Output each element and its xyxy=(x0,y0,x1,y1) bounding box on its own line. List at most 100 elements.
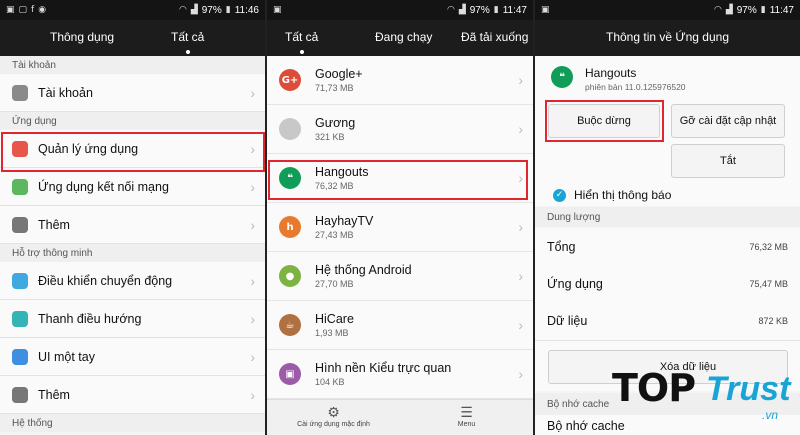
tab-common[interactable]: Thông dụng xyxy=(50,30,114,44)
battery-percent: 97% xyxy=(469,4,490,16)
image-notification-icon: ▣ xyxy=(541,5,550,15)
settings-row[interactable]: Điều khiển chuyển động › xyxy=(0,262,265,300)
storage-value: 76,32 MB xyxy=(749,242,788,252)
notification-row[interactable]: ✓ Hiển thị thông báo xyxy=(535,184,800,206)
app-name: Hangouts xyxy=(585,66,637,80)
storage-label: Ứng dụng xyxy=(547,277,603,291)
default-apps-button[interactable]: ⚙ Cài ứng dụng mặc định xyxy=(267,400,400,435)
battery-icon: ▮ xyxy=(225,5,231,15)
bottom-action-bar: ⚙ Cài ứng dụng mặc định ☰ Menu xyxy=(267,399,533,435)
settings-row-label: Thêm xyxy=(38,217,70,232)
chevron-right-icon: › xyxy=(518,170,523,186)
hangouts-icon: ❝ xyxy=(279,167,301,189)
app-list-item[interactable]: ● Hệ thống Android 27,70 MB › xyxy=(267,252,533,301)
settings-row[interactable]: Thanh điều hướng › xyxy=(0,300,265,338)
tab-all[interactable]: Tất cả xyxy=(171,30,204,54)
storage-value: 75,47 MB xyxy=(749,279,788,289)
clock: 11:47 xyxy=(502,4,527,16)
app-list-item[interactable]: ☕ HiCare 1,93 MB › xyxy=(267,301,533,350)
cell-notification-icon: ▢ xyxy=(18,5,28,15)
chevron-right-icon: › xyxy=(250,140,255,157)
watermark-domain-text: .vn xyxy=(762,408,779,422)
app-list: G+ Google+ 71,73 MB › Gương 321 KB › ❝ H… xyxy=(267,56,533,399)
tab-running[interactable]: Đang chạy xyxy=(375,30,432,44)
storage-section-header: Dung lượng xyxy=(535,207,800,227)
battery-icon: ▮ xyxy=(493,5,499,15)
settings-row-label: Quản lý ứng dụng xyxy=(38,141,139,156)
signal-icon: ▟ xyxy=(458,5,466,15)
settings-row[interactable]: Thêm › xyxy=(0,206,265,244)
image-notification-icon: ▣ xyxy=(6,5,15,15)
app-list-item[interactable]: ❝ Hangouts 76,32 MB › xyxy=(267,154,533,203)
status-bar: ▣ ◠ ▟ 97% ▮ 11:47 xyxy=(267,0,533,20)
tab-all-apps[interactable]: Tất cả xyxy=(285,30,318,54)
title-bar: Thông tin về Ứng dụng xyxy=(535,20,800,56)
tab-downloaded[interactable]: Đã tải xuống xyxy=(461,30,528,44)
apps-grid-icon xyxy=(12,140,28,157)
settings-row[interactable]: Quản lý ứng dụng › xyxy=(0,130,265,168)
mirror-icon xyxy=(279,118,301,140)
uninstall-updates-button[interactable]: Gỡ cài đặt cập nhật xyxy=(671,104,785,138)
settings-row[interactable]: Thêm › xyxy=(0,376,265,414)
settings-row[interactable]: UI một tay › xyxy=(0,338,265,376)
settings-row[interactable]: Ứng dụng kết nối mạng › xyxy=(0,168,265,206)
storage-app-row: Ứng dụng 75,47 MB xyxy=(535,265,800,304)
app-name: Hệ thống Android xyxy=(315,263,412,277)
signal-icon: ▟ xyxy=(725,5,733,15)
storage-data-row: Dữ liệu 872 KB xyxy=(535,302,800,341)
facebook-icon: f xyxy=(31,5,35,15)
storage-label: Tổng xyxy=(547,240,576,254)
show-notifications-label: Hiển thị thông báo xyxy=(574,188,672,202)
app-name: Gương xyxy=(315,116,356,130)
app-size: 1,93 MB xyxy=(315,328,349,338)
app-name: Google+ xyxy=(315,67,363,81)
hayhaytv-icon: h xyxy=(279,216,301,238)
clock: 11:46 xyxy=(234,4,259,16)
menu-icon: ☰ xyxy=(460,405,473,421)
toptrust-watermark: TOP Trust .vn xyxy=(612,358,800,430)
app-list-panel: ▣ ◠ ▟ 97% ▮ 11:47 Tất cả Đang chạy Đã tả… xyxy=(267,0,533,435)
app-name: Hangouts xyxy=(315,165,369,179)
watermark-trust-text: Trust xyxy=(706,370,791,408)
app-list-item[interactable]: Gương 321 KB › xyxy=(267,105,533,154)
hangouts-icon: ❝ xyxy=(551,66,573,88)
more-icon xyxy=(12,386,28,403)
chevron-right-icon: › xyxy=(250,310,255,327)
section-header: Hỗ trợ thông minh xyxy=(0,244,265,262)
settings-list: Tài khoản Tài khoản › Ứng dụng Quản lý ứ… xyxy=(0,56,265,432)
app-size: 27,43 MB xyxy=(315,230,354,240)
chevron-right-icon: › xyxy=(518,366,523,382)
wallpaper-icon: ▣ xyxy=(279,363,301,385)
menu-button[interactable]: ☰ Menu xyxy=(400,400,533,435)
force-stop-button[interactable]: Buộc dừng xyxy=(548,104,660,138)
app-name: Hình nền Kiểu trực quan xyxy=(315,361,452,375)
section-header: Ứng dụng xyxy=(0,112,265,130)
settings-panel: ▣ ▢ f ◉ ◠ ▟ 97% ▮ 11:46 Thông dụng Tất c… xyxy=(0,0,265,435)
app-size: 76,32 MB xyxy=(315,181,354,191)
battery-percent: 97% xyxy=(201,4,222,16)
account-icon xyxy=(12,84,28,101)
checkbox-checked-icon[interactable]: ✓ xyxy=(553,188,566,202)
settings-row[interactable]: Tài khoản › xyxy=(0,74,265,112)
app-list-item[interactable]: h HayhayTV 27,43 MB › xyxy=(267,203,533,252)
clock: 11:47 xyxy=(769,4,794,16)
motion-icon xyxy=(12,272,28,289)
app-name: HayhayTV xyxy=(315,214,374,228)
disable-button[interactable]: Tắt xyxy=(671,144,785,178)
wifi-icon: ◠ xyxy=(713,5,722,15)
menu-label: Menu xyxy=(457,421,476,428)
tab-bar: Tất cả Đang chạy Đã tải xuống xyxy=(267,20,533,56)
wifi-icon: ◠ xyxy=(446,5,455,15)
chevron-right-icon: › xyxy=(250,386,255,403)
app-size: 321 KB xyxy=(315,132,345,142)
chevron-right-icon: › xyxy=(250,84,255,101)
settings-row-label: Ứng dụng kết nối mạng xyxy=(38,179,169,194)
settings-row-label: Thanh điều hướng xyxy=(38,311,142,326)
app-list-item[interactable]: ▣ Hình nền Kiểu trực quan 104 KB › xyxy=(267,350,533,399)
section-header: Hệ thống xyxy=(0,414,265,432)
app-list-item[interactable]: G+ Google+ 71,73 MB › xyxy=(267,56,533,105)
battery-icon: ▮ xyxy=(760,5,766,15)
settings-row-label: Điều khiển chuyển động xyxy=(38,273,173,288)
app-size: 27,70 MB xyxy=(315,279,354,289)
storage-label: Dữ liệu xyxy=(547,314,588,328)
